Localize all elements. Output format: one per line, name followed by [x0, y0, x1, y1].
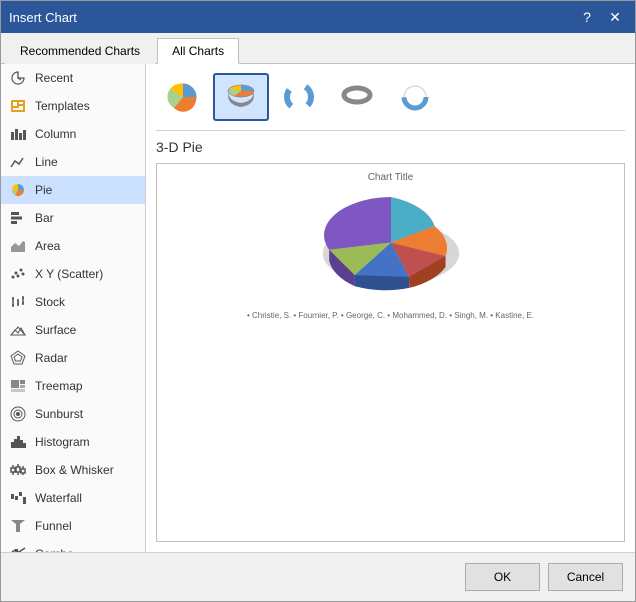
bar-icon — [9, 209, 27, 227]
sidebar-item-radar[interactable]: Radar — [1, 344, 145, 372]
sidebar-item-label: Column — [35, 127, 76, 141]
chart-type-doughnut[interactable] — [272, 74, 326, 120]
title-bar: Insert Chart ? ✕ — [1, 1, 635, 33]
sidebar-item-label: Surface — [35, 323, 76, 337]
sidebar-item-histogram[interactable]: Histogram — [1, 428, 145, 456]
chart-type-3d-pie[interactable] — [214, 74, 268, 120]
combo-icon — [9, 545, 27, 552]
sidebar-item-label: Waterfall — [35, 491, 82, 505]
ok-button[interactable]: OK — [465, 563, 540, 591]
pie-icon — [9, 181, 27, 199]
sunburst-icon — [9, 405, 27, 423]
dialog-title: Insert Chart — [9, 10, 77, 25]
sidebar-item-funnel[interactable]: Funnel — [1, 512, 145, 540]
title-bar-controls: ? ✕ — [575, 5, 627, 29]
footer: OK Cancel — [1, 552, 635, 601]
tabs-row: Recommended Charts All Charts — [1, 33, 635, 64]
sidebar-item-label: Area — [35, 239, 60, 253]
chart-type-3d-doughnut[interactable] — [330, 74, 384, 120]
sidebar-item-pie[interactable]: Pie — [1, 176, 145, 204]
radar-icon — [9, 349, 27, 367]
sidebar-item-label: Bar — [35, 211, 54, 225]
histogram-icon — [9, 433, 27, 451]
sidebar-item-label: Recent — [35, 71, 73, 85]
sidebar-item-surface[interactable]: Surface — [1, 316, 145, 344]
sidebar: Recent Templates Column — [1, 64, 146, 552]
treemap-icon — [9, 377, 27, 395]
chart-type-2d-pie[interactable] — [156, 74, 210, 120]
sidebar-item-label: Funnel — [35, 519, 72, 533]
sidebar-item-templates[interactable]: Templates — [1, 92, 145, 120]
chart-preview-svg — [291, 187, 491, 307]
area-icon — [9, 237, 27, 255]
templates-icon — [9, 97, 27, 115]
chart-preview-area: Chart Title — [156, 163, 625, 542]
sidebar-item-column[interactable]: Column — [1, 120, 145, 148]
selected-chart-name: 3-D Pie — [156, 139, 625, 155]
sidebar-item-sunburst[interactable]: Sunburst — [1, 400, 145, 428]
sidebar-item-area[interactable]: Area — [1, 232, 145, 260]
sidebar-item-label: Radar — [35, 351, 68, 365]
surface-icon — [9, 321, 27, 339]
chart-type-donut-variant[interactable] — [388, 74, 442, 120]
cancel-button[interactable]: Cancel — [548, 563, 623, 591]
sidebar-item-bar[interactable]: Bar — [1, 204, 145, 232]
content-area: Recent Templates Column — [1, 64, 635, 552]
waterfall-icon — [9, 489, 27, 507]
chart-preview-title: Chart Title — [368, 172, 414, 183]
sidebar-item-scatter[interactable]: X Y (Scatter) — [1, 260, 145, 288]
help-button[interactable]: ? — [575, 5, 599, 29]
chart-legend: • Christie, S. • Fournier, P. • George, … — [247, 311, 534, 320]
scatter-icon — [9, 265, 27, 283]
chart-types-row — [156, 74, 625, 131]
tab-all-charts[interactable]: All Charts — [157, 38, 239, 64]
main-area: 3-D Pie Chart Title — [146, 64, 635, 552]
sidebar-item-label: Pie — [35, 183, 52, 197]
sidebar-item-combo[interactable]: Combo — [1, 540, 145, 552]
sidebar-item-label: Box & Whisker — [35, 463, 114, 477]
sidebar-item-line[interactable]: Line — [1, 148, 145, 176]
sidebar-item-box-whisker[interactable]: Box & Whisker — [1, 456, 145, 484]
sidebar-item-waterfall[interactable]: Waterfall — [1, 484, 145, 512]
sidebar-item-label: Sunburst — [35, 407, 83, 421]
sidebar-item-treemap[interactable]: Treemap — [1, 372, 145, 400]
close-button[interactable]: ✕ — [603, 5, 627, 29]
sidebar-item-label: Line — [35, 155, 58, 169]
sidebar-item-label: Histogram — [35, 435, 90, 449]
box-whisker-icon — [9, 461, 27, 479]
sidebar-item-stock[interactable]: Stock — [1, 288, 145, 316]
sidebar-item-recent[interactable]: Recent — [1, 64, 145, 92]
column-icon — [9, 125, 27, 143]
sidebar-item-label: X Y (Scatter) — [35, 267, 103, 281]
recent-icon — [9, 69, 27, 87]
stock-icon — [9, 293, 27, 311]
line-icon — [9, 153, 27, 171]
tab-recommended[interactable]: Recommended Charts — [5, 38, 155, 64]
insert-chart-dialog: Insert Chart ? ✕ Recommended Charts All … — [0, 0, 636, 602]
sidebar-item-label: Treemap — [35, 379, 83, 393]
funnel-icon — [9, 517, 27, 535]
sidebar-item-label: Stock — [35, 295, 65, 309]
sidebar-item-label: Templates — [35, 99, 90, 113]
